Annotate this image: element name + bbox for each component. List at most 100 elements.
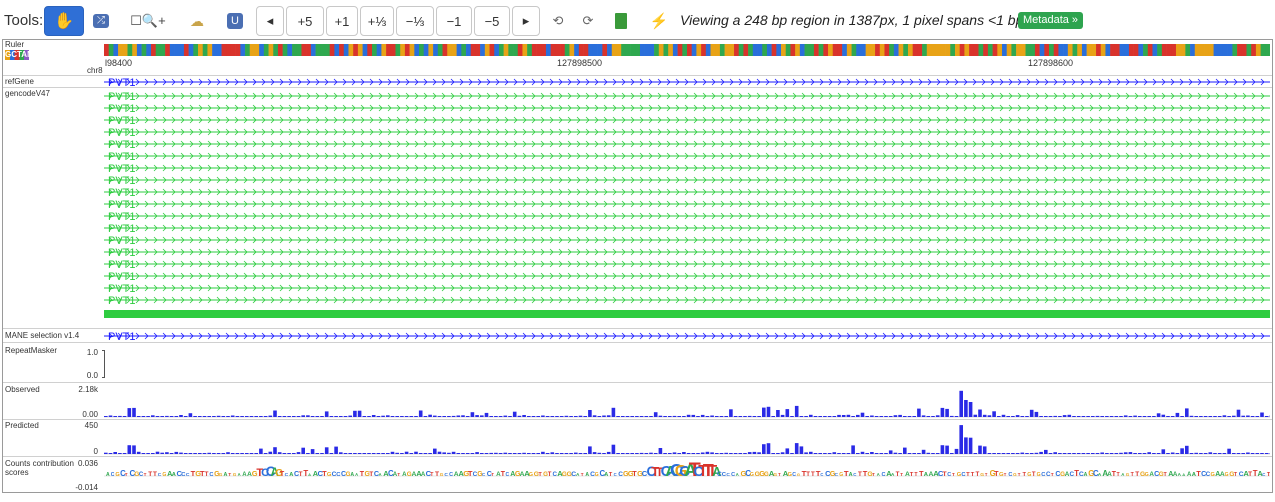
signal-bar <box>287 453 291 454</box>
zoom-in-third-button[interactable]: +⅓ <box>360 6 394 36</box>
pan-tool-button[interactable]: ✋ <box>44 6 84 36</box>
metadata-button[interactable]: Metadata » <box>1018 12 1084 29</box>
signal-bar <box>1264 453 1269 454</box>
signal-bar <box>1189 415 1194 417</box>
ruler-tick-label: 127898600 <box>1028 58 1074 68</box>
hand-icon: ✋ <box>54 13 74 30</box>
book-button[interactable] <box>608 6 634 36</box>
base-cell <box>367 44 373 56</box>
logo-letter: T <box>1135 471 1139 478</box>
logo-letter: A <box>106 472 110 478</box>
base-cell <box>588 44 594 56</box>
scroll-left-button[interactable]: ◂ <box>256 6 284 36</box>
signal-bar <box>992 411 996 417</box>
base-cell <box>212 44 218 56</box>
signal-bar <box>597 452 602 454</box>
signal-bar <box>277 452 282 454</box>
signal-bar <box>371 415 376 417</box>
signal-bar <box>306 453 310 454</box>
signal-bar <box>950 415 954 417</box>
signal-bar <box>324 447 329 454</box>
repeatmasker-ymin: 0.0 <box>86 371 98 380</box>
predicted-label: Predicted <box>5 421 39 430</box>
signal-bar <box>978 409 982 417</box>
signal-bar <box>292 453 296 454</box>
logo-letter: G <box>773 472 777 478</box>
signal-bar <box>212 416 216 417</box>
cloud-icon: ☁ <box>190 12 204 29</box>
logo-letter: T <box>1004 472 1007 477</box>
signal-bar <box>240 453 244 454</box>
signal-bar <box>968 437 973 454</box>
hover-tool-button[interactable]: ☁ <box>184 6 210 36</box>
base-cell <box>1171 44 1177 56</box>
signal-bar <box>390 451 395 454</box>
signal-bar <box>315 416 320 417</box>
signal-bar <box>1241 453 1245 454</box>
signal-bar <box>1053 452 1057 454</box>
gene-name-label: PVT1 <box>108 223 136 235</box>
base-cell <box>381 44 387 56</box>
predicted-ymin: 0 <box>93 447 98 456</box>
snap-tool-button[interactable]: U <box>222 6 248 36</box>
refgene-transcript[interactable]: PVT1 <box>104 76 1270 88</box>
signal-bar <box>935 453 940 454</box>
signal-bar <box>1053 415 1057 417</box>
zoom-select-tool-button[interactable]: ☐🔍+ <box>126 6 170 36</box>
base-cell <box>155 44 161 56</box>
base-cell <box>254 44 260 56</box>
shuffle-tool-button[interactable]: ⤮ <box>88 6 114 36</box>
signal-bar <box>1062 415 1067 417</box>
logo-letter: A <box>736 472 739 477</box>
undo-button[interactable]: ⟲ <box>546 6 570 36</box>
signal-bar <box>1250 416 1255 417</box>
logo-letter: C <box>882 472 886 478</box>
base-cell <box>536 44 542 56</box>
signal-bar <box>625 416 630 417</box>
base-cell <box>141 44 147 56</box>
base-cell <box>235 44 241 56</box>
signal-bar <box>879 416 884 417</box>
signal-bar <box>207 416 211 417</box>
zoom-out-third-button[interactable]: −⅓ <box>396 6 434 36</box>
base-cell <box>1105 44 1111 56</box>
logo-letter: T <box>491 472 494 477</box>
signal-bar <box>1034 411 1039 417</box>
base-cell <box>226 44 232 56</box>
scroll-right-button[interactable]: ▸ <box>512 6 540 36</box>
gencode-transcripts[interactable]: PVT1PVT1PVT1PVT1PVT1PVT1PVT1PVT1PVT1PVT1… <box>104 90 1270 328</box>
signal-bar <box>658 448 663 454</box>
mane-transcript[interactable]: PVT1 <box>104 330 1270 342</box>
signal-bar <box>578 415 583 417</box>
signal-bar <box>747 415 752 417</box>
base-cell <box>371 44 377 56</box>
zoom-in-1-button[interactable]: +1 <box>326 6 358 36</box>
base-cell <box>245 44 251 56</box>
signal-bar <box>1156 453 1161 454</box>
base-cell <box>950 44 956 56</box>
zoom-in-5-button[interactable]: +5 <box>286 6 324 36</box>
signal-bar <box>1025 416 1029 417</box>
signal-bar <box>245 453 249 454</box>
signal-bar <box>179 415 183 417</box>
signal-bar <box>1217 416 1222 417</box>
signal-bar <box>917 453 921 454</box>
base-cell <box>945 44 951 56</box>
logo-letter: T <box>548 472 552 478</box>
redo-button[interactable]: ⟳ <box>576 6 600 36</box>
predicted-ymax: 450 <box>84 421 98 430</box>
lightning-button[interactable]: ⚡ <box>646 6 672 36</box>
genome-browser-panel: Ruler GCTAN chr8 l98400 127898500 127898… <box>2 39 1273 493</box>
signal-bar <box>1067 414 1072 417</box>
signal-bar <box>555 453 559 454</box>
base-cell <box>1133 44 1139 56</box>
logo-letter: A <box>604 472 608 478</box>
signal-bar <box>1011 453 1015 454</box>
signal-bar <box>400 416 404 417</box>
base-cell <box>320 44 326 56</box>
zoom-out-5-button[interactable]: −5 <box>474 6 510 36</box>
base-cell <box>1128 44 1134 56</box>
zoom-out-1-button[interactable]: −1 <box>436 6 472 36</box>
signal-bar <box>1128 416 1133 417</box>
base-cell <box>442 44 448 56</box>
